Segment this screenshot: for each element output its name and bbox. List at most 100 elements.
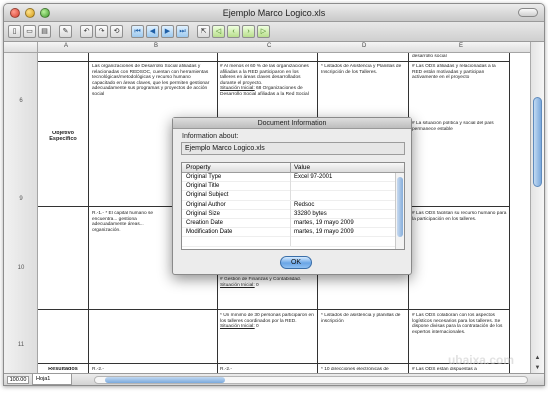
cell-c11-value: 0	[254, 324, 259, 329]
table-row[interactable]: Modification Date martes, 19 mayo 2009	[182, 228, 404, 238]
property-name: Original Type	[186, 174, 222, 180]
table-row[interactable]: Original Subject	[182, 191, 404, 201]
cell-c6-text: # Al menos el 60 % de las organizaciones…	[220, 64, 309, 86]
cell-c10-label: Situación Inicial:	[220, 282, 255, 288]
column-header-c[interactable]: C	[267, 43, 271, 49]
column-header-a[interactable]: A	[64, 43, 68, 49]
property-name: Original Title	[186, 183, 220, 190]
sheet-tab[interactable]: Hoja1	[32, 374, 72, 385]
back-icon[interactable]: ◀	[146, 25, 159, 38]
grid-line	[509, 53, 510, 375]
grid-line	[88, 53, 89, 375]
cell-c10-text: # Gestión de Finanzas y Contabilidad.	[220, 277, 302, 282]
nav-left-icon[interactable]: ◁	[212, 25, 225, 38]
cell-a9[interactable]: Objetivo Especifico	[40, 131, 86, 147]
property-value: martes, 19 mayo 2009	[294, 219, 354, 226]
grid-line	[38, 61, 509, 62]
row-header-10[interactable]: 10	[4, 265, 38, 271]
row-header-6[interactable]: 6	[4, 98, 38, 104]
properties-table-header: Property Value	[182, 163, 404, 173]
scroll-down-icon[interactable]: ▼	[532, 363, 543, 373]
select-all-corner[interactable]	[4, 42, 38, 52]
cell-e11[interactable]: # Las ODS colaboran con los aspectos log…	[412, 313, 507, 347]
properties-table: Property Value Original Type Excel 97-20…	[181, 162, 405, 250]
watermark: ubaixa.com	[447, 353, 514, 367]
ok-button[interactable]: OK	[280, 256, 312, 269]
table-row[interactable]: Original Author Redsoc	[182, 200, 404, 210]
property-name: Original Size	[186, 210, 221, 217]
cell-c10[interactable]: # Gestión de Finanzas y Contabilidad. Si…	[220, 277, 315, 299]
property-column-header[interactable]: Property	[186, 163, 211, 173]
toolbar: ▯ ▭ ▤ ✎ ↶ ↷ ⟲ ⏮ ◀ ▶ ⏭ ⇱ ◁ ‹ › ▷	[4, 22, 544, 42]
cell-e10[interactable]: # Las ODS facilitan su recurso humano pa…	[412, 211, 507, 233]
cell-c11-text: * Un mínimo de 30 personas participaron …	[220, 313, 314, 324]
cell-c11-label: Situación Inicial:	[220, 324, 255, 329]
property-name: Original Author	[186, 201, 226, 208]
column-header-e[interactable]: E	[459, 43, 463, 49]
vertical-scroll-thumb[interactable]	[533, 97, 542, 187]
edit-icon[interactable]: ✎	[59, 25, 72, 38]
property-value: Redsoc	[294, 201, 315, 208]
grid-line	[38, 363, 509, 364]
cell-d11[interactable]: * Listados de asistencia y planillas de …	[321, 313, 407, 327]
column-header-b[interactable]: B	[154, 43, 158, 49]
first-icon[interactable]: ⏮	[131, 25, 144, 38]
cell-b6[interactable]: Las organizaciones de Desarrollo Social …	[92, 64, 214, 124]
info-label: Information about:	[182, 133, 239, 140]
property-value: 33280 bytes	[294, 210, 327, 217]
filename-field: Ejemplo Marco Logico.xls	[181, 142, 405, 155]
dialog-title[interactable]: Document Information	[173, 118, 411, 129]
row-header-9[interactable]: 9	[4, 196, 38, 202]
properties-scroll-thumb[interactable]	[397, 177, 403, 237]
cell-c6-label: Situación Inicial:	[220, 86, 255, 91]
horizontal-scrollbar[interactable]	[94, 376, 528, 384]
column-headers: A B C D E	[4, 42, 544, 53]
property-name: Original Subject	[186, 192, 229, 199]
vertical-scrollbar[interactable]: ▲ ▼	[530, 42, 544, 375]
table-row[interactable]: Original Title	[182, 182, 404, 192]
cell-e6[interactable]: # Las ODS afiliadas y relacionadas a la …	[412, 64, 507, 94]
table-row[interactable]: Original Type Excel 97-2001	[182, 173, 404, 183]
nav-end-icon[interactable]: ▷	[257, 25, 270, 38]
cell-c11[interactable]: * Un mínimo de 30 personas participaron …	[220, 313, 315, 343]
status-bar: 100.00 Hoja1	[4, 373, 544, 385]
properties-scrollbar[interactable]	[395, 173, 404, 249]
grid-line	[38, 309, 509, 310]
value-column-header[interactable]: Value	[294, 163, 310, 173]
page-setup-icon[interactable]: ▭	[23, 25, 36, 38]
last-icon[interactable]: ⏭	[176, 25, 189, 38]
tool-icon[interactable]: ⇱	[197, 25, 210, 38]
column-header-d[interactable]: D	[362, 43, 366, 49]
table-row[interactable]: Original Size 33280 bytes	[182, 209, 404, 219]
redo-icon[interactable]: ↷	[95, 25, 108, 38]
cell-d6[interactable]: * Listados de Asistencia y Planillas de …	[321, 64, 407, 84]
document-information-dialog: Document Information Information about: …	[172, 117, 412, 275]
cell-c10-value: 0	[254, 282, 259, 288]
undo-icon[interactable]: ↶	[80, 25, 93, 38]
cell-e5[interactable]: desarrollo social	[412, 54, 507, 61]
property-value: Excel 97-2001	[294, 174, 333, 180]
app-window: Ejemplo Marco Logico.xls ▯ ▭ ▤ ✎ ↶ ↷ ⟲ ⏮…	[3, 3, 545, 386]
window-title: Ejemplo Marco Logico.xls	[222, 8, 326, 18]
property-name: Modification Date	[186, 229, 233, 236]
undo-all-icon[interactable]: ⟲	[110, 25, 123, 38]
zoom-level[interactable]: 100.00	[7, 376, 29, 384]
cell-c6[interactable]: # Al menos el 60 % de las organizaciones…	[220, 64, 315, 124]
property-value: martes, 19 mayo 2009	[294, 229, 354, 236]
nav-next-icon[interactable]: ›	[242, 25, 255, 38]
scroll-up-icon[interactable]: ▲	[532, 353, 543, 363]
forward-icon[interactable]: ▶	[161, 25, 174, 38]
property-name: Creation Date	[186, 219, 224, 226]
row-headers: 6 9 10 11	[4, 53, 38, 375]
toolbar-toggle-button[interactable]	[518, 8, 538, 17]
table-row[interactable]	[182, 237, 404, 247]
nav-prev-icon[interactable]: ‹	[227, 25, 240, 38]
print-icon[interactable]: ▤	[38, 25, 51, 38]
title-bar[interactable]: Ejemplo Marco Logico.xls	[4, 4, 544, 22]
table-row[interactable]: Creation Date martes, 19 mayo 2009	[182, 218, 404, 229]
row-header-11[interactable]: 11	[4, 342, 38, 348]
page-icon[interactable]: ▯	[8, 25, 21, 38]
cell-b10[interactable]: R.-1.- * El capital humano se encuentra.…	[92, 211, 172, 237]
horizontal-scroll-thumb[interactable]	[105, 377, 225, 383]
cell-e9[interactable]: # La situación política y social del paí…	[412, 121, 507, 135]
